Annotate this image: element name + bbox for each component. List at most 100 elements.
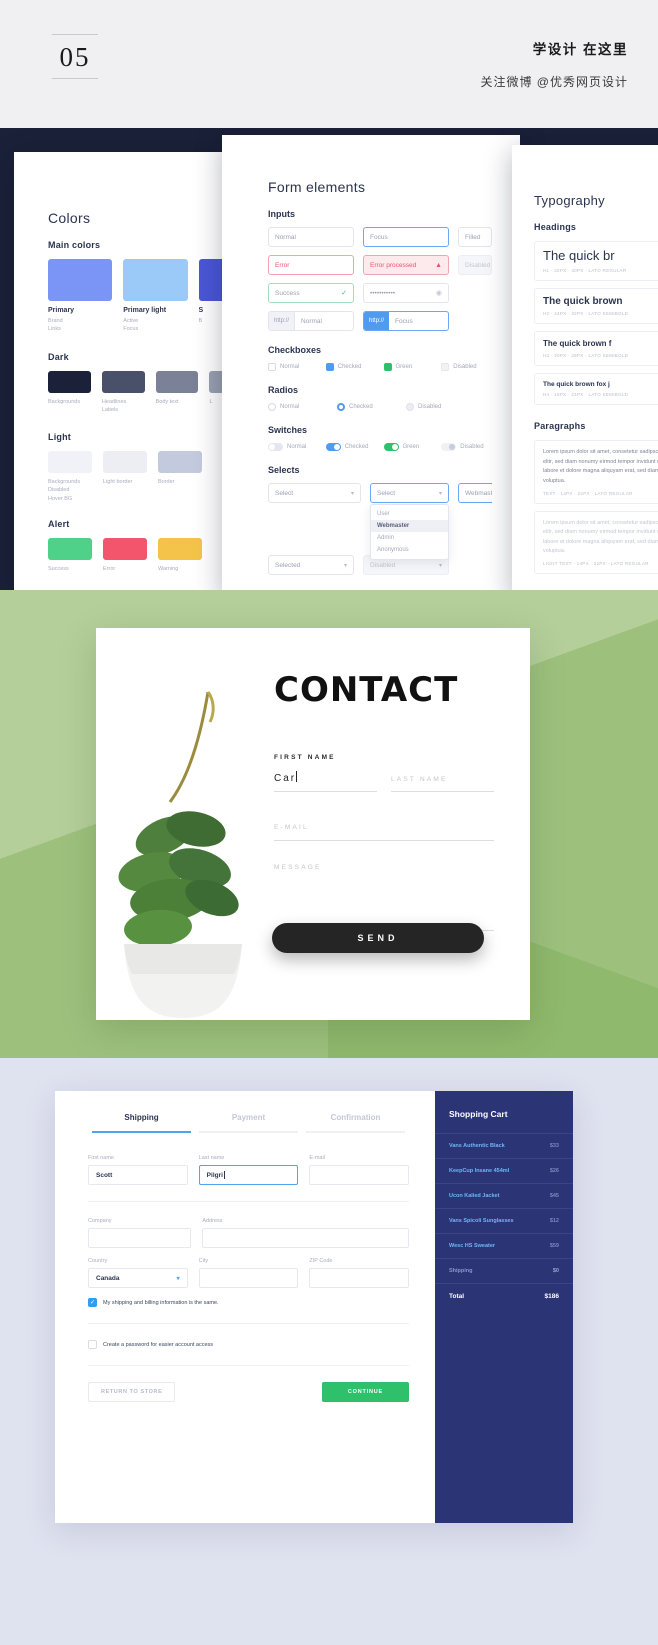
select-selected[interactable]: Selected ▾ (268, 555, 354, 575)
dropdown-option-webmaster[interactable]: Webmaster (371, 520, 448, 532)
dropdown-option-user[interactable]: User (371, 508, 448, 520)
radios-label: Radios (268, 385, 299, 395)
cart-item[interactable]: Vans Authentic Black $33 (435, 1133, 573, 1158)
billing-same-checkbox-row[interactable]: ✓ My shipping and billing information is… (88, 1298, 409, 1307)
cart-item-name: KeepCup Insane 454ml (449, 1168, 510, 1174)
input-group-normal[interactable]: http:// Normal (268, 311, 354, 331)
send-button[interactable]: SEND (272, 923, 484, 953)
checkbox-label: Normal (280, 364, 300, 370)
first-name-field[interactable]: FIRST NAME Car (274, 754, 377, 792)
checkbox-checked-icon[interactable] (325, 363, 334, 371)
tab-payment[interactable]: Payment (195, 1113, 302, 1131)
checkbox-box-icon[interactable] (88, 1340, 97, 1349)
checkbox-checked-icon[interactable]: ✓ (88, 1298, 97, 1307)
first-name-input[interactable]: Car (274, 761, 377, 792)
select-normal[interactable]: Select ▾ (268, 483, 361, 503)
input-group-focus[interactable]: http:// Focus (363, 311, 449, 331)
tab-shipping[interactable]: Shipping (88, 1113, 195, 1131)
heading-meta: H3 · 20PX · 28PX · LATO SEMIBOLD (543, 352, 629, 358)
select-dropdown-menu[interactable]: User Webmaster Admin Anonymous (370, 504, 449, 560)
city-input[interactable] (198, 1268, 299, 1288)
select-open[interactable]: Select ▾ (370, 483, 449, 503)
country-label: Country (88, 1258, 108, 1264)
input-password[interactable]: ••••••••••• ◉ (363, 283, 449, 303)
city-field[interactable]: City (198, 1258, 299, 1288)
input-error-processed[interactable]: Error processed ▲ (363, 255, 449, 275)
cart-item[interactable]: Vans Spicoli Sunglasses $12 (435, 1208, 573, 1233)
swatch-color (48, 259, 113, 301)
input-success[interactable]: Success ✓ (268, 283, 354, 303)
heading-text: The quick brown fox j (543, 380, 610, 388)
radio-checked-icon[interactable] (337, 403, 345, 411)
input-filled[interactable]: Filled (458, 227, 492, 247)
switch-checked[interactable]: Checked (325, 443, 377, 451)
radio-circle-icon[interactable] (268, 403, 276, 411)
cart-item-name: Wesc HS Sweater (449, 1243, 496, 1249)
toggle-on-icon[interactable] (325, 443, 341, 451)
paragraph-meta: LIGHT TEXT · 14PX · 22PX · LATO REGULAR (543, 561, 649, 567)
dropdown-option-anonymous[interactable]: Anonymous (371, 544, 448, 556)
create-password-checkbox-row[interactable]: Create a password for easier account acc… (88, 1340, 409, 1349)
last-name-input[interactable]: Pilgri (198, 1165, 299, 1185)
input-group-value[interactable]: Focus (389, 312, 448, 330)
checkbox-disabled-icon (441, 363, 450, 371)
switch-green[interactable]: Green (383, 443, 435, 451)
swatch-light-bg: Backgrounds Disabled Hover BG (48, 451, 92, 503)
toggle-icon[interactable] (268, 443, 283, 451)
email-field[interactable]: E-mail (309, 1155, 410, 1185)
header-title: 学设计 在这里 (532, 42, 628, 57)
message-input[interactable]: MESSAGE (274, 856, 494, 931)
email-field[interactable]: E-MAIL (274, 816, 494, 841)
select-webmaster[interactable]: Webmaster (458, 483, 492, 503)
country-select[interactable]: Canada ▾ (88, 1268, 188, 1288)
swatch-dark-headline: Headlines Labels (101, 370, 145, 415)
message-field[interactable]: MESSAGE (274, 856, 494, 931)
cart-item[interactable]: KeepCup Insane 454ml $26 (435, 1158, 573, 1183)
page-number: 05 (59, 42, 91, 72)
cart-item[interactable]: Wesc HS Sweater $59 (435, 1233, 573, 1258)
toggle-green-icon[interactable] (383, 443, 399, 451)
checkbox-box-icon[interactable] (268, 363, 276, 371)
paragraph-text: Lorem ipsum dolor sit amet, consetetur s… (543, 449, 658, 484)
first-name-input[interactable]: Scott (88, 1165, 188, 1185)
tab-confirmation[interactable]: Confirmation (302, 1113, 409, 1131)
cart-item[interactable]: Ucon Kalied Jacket $45 (435, 1183, 573, 1208)
checkout-showcase: Shipping Payment Confirmation First name… (0, 1058, 658, 1645)
dropdown-option-admin[interactable]: Admin (371, 532, 448, 544)
last-name-input[interactable]: LAST NAME (391, 761, 494, 792)
paragraphs-label: Paragraphs (534, 421, 586, 432)
eye-icon[interactable]: ◉ (436, 289, 442, 297)
email-placeholder: E-MAIL (274, 824, 309, 831)
checkbox-green-icon[interactable] (383, 363, 392, 371)
inputs-row-3: Success ✓ ••••••••••• ◉ (268, 283, 492, 303)
checkbox-green[interactable]: Green (383, 363, 435, 371)
checkbox-normal[interactable]: Normal (268, 363, 319, 371)
address-input[interactable] (202, 1228, 409, 1248)
swatch-desc: Success (48, 565, 69, 572)
input-focus[interactable]: Focus (363, 227, 449, 247)
address-field[interactable]: Address (202, 1218, 409, 1248)
continue-button[interactable]: CONTINUE (321, 1382, 409, 1402)
radio-checked[interactable]: Checked (337, 403, 399, 411)
inputs-row-4: http:// Normal http:// Focus (268, 311, 492, 331)
header-subtitle: 关注微博 @优秀网页设计 (480, 75, 628, 90)
return-to-store-button[interactable]: RETURN TO STORE (88, 1382, 176, 1402)
last-name-field[interactable]: Last name Pilgri (198, 1155, 299, 1185)
input-normal[interactable]: Normal (268, 227, 354, 247)
email-input[interactable]: E-MAIL (274, 816, 494, 841)
country-field[interactable]: Country Canada ▾ (88, 1258, 188, 1288)
company-field[interactable]: Company (88, 1218, 192, 1248)
input-group-value[interactable]: Normal (295, 312, 353, 330)
zip-field[interactable]: ZIP Code (309, 1258, 410, 1288)
checkbox-checked[interactable]: Checked (325, 363, 377, 371)
radio-normal[interactable]: Normal (268, 403, 330, 411)
email-input[interactable] (309, 1165, 410, 1185)
zip-input[interactable] (309, 1268, 410, 1288)
first-name-field[interactable]: First name Scott (88, 1155, 188, 1185)
input-error[interactable]: Error (268, 255, 354, 275)
tab-label: Payment (231, 1113, 266, 1122)
first-name-label: First name (88, 1155, 114, 1161)
last-name-field[interactable]: X LAST NAME (391, 754, 494, 792)
company-input[interactable] (88, 1228, 192, 1248)
switch-normal[interactable]: Normal (268, 443, 319, 451)
